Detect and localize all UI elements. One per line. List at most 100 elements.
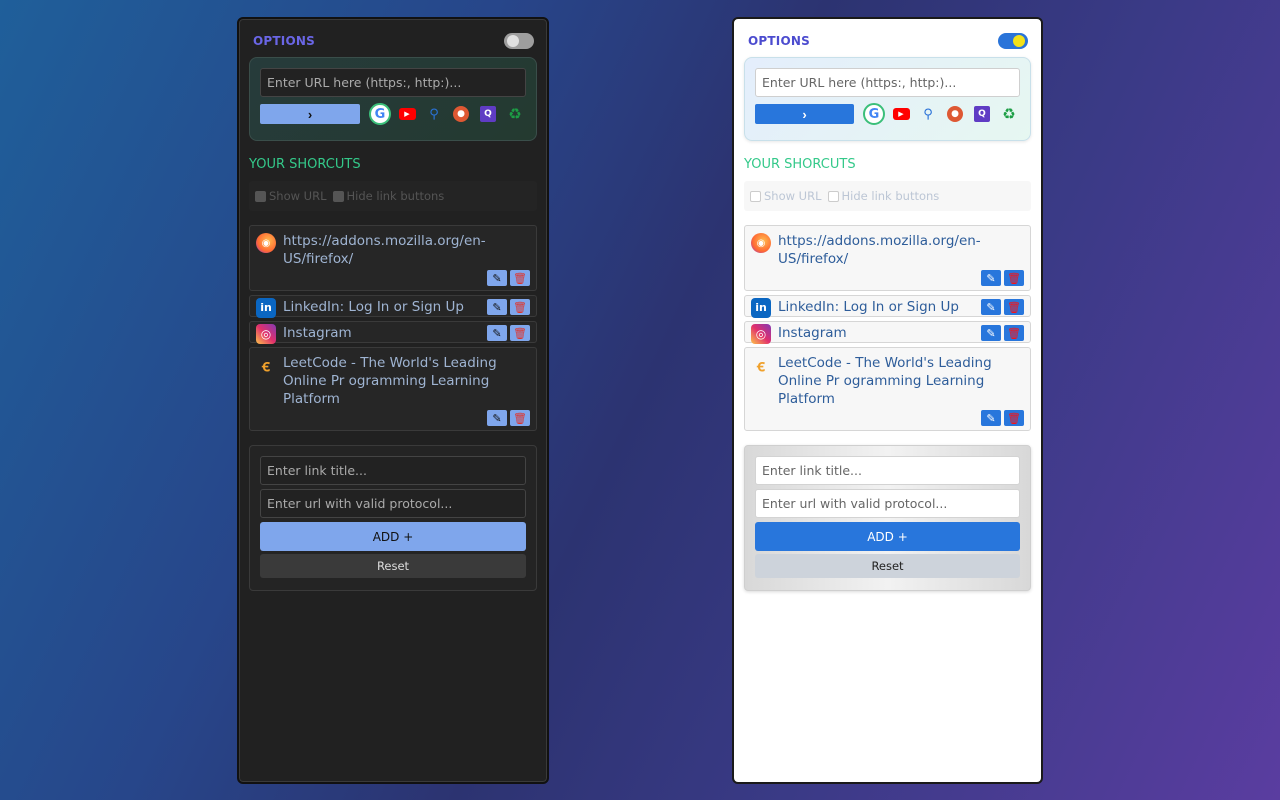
link-actions: ✎ 🗑 (487, 299, 530, 315)
trash-icon[interactable]: 🗑 (1004, 325, 1024, 341)
link-url-input[interactable] (755, 489, 1020, 518)
yahoo-icon[interactable]: Q (971, 103, 993, 125)
go-button[interactable]: › (755, 104, 854, 124)
options-title[interactable]: OPTIONS (748, 34, 810, 48)
trash-icon[interactable]: 🗑 (510, 270, 530, 286)
link-title[interactable]: LeetCode - The World's Leading Online Pr… (283, 354, 530, 408)
link-title[interactable]: Instagram (283, 324, 352, 342)
duckduckgo-icon[interactable]: ● (450, 103, 472, 125)
hide-buttons-checkbox[interactable]: Hide link buttons (827, 189, 939, 203)
google-icon[interactable]: G (369, 103, 391, 125)
list-item[interactable]: ꞓ LeetCode - The World's Leading Online … (249, 347, 537, 431)
link-actions: ✎ 🗑 (981, 325, 1024, 341)
edit-icon[interactable]: ✎ (487, 410, 507, 426)
link-title[interactable]: Instagram (778, 324, 847, 342)
link-title[interactable]: https://addons.mozilla.org/en-US/firefox… (283, 232, 530, 268)
list-item[interactable]: in LinkedIn: Log In or Sign Up ✎ 🗑 (744, 295, 1031, 318)
list-item[interactable]: ◉ https://addons.mozilla.org/en-US/firef… (249, 225, 537, 291)
trash-icon[interactable]: 🗑 (510, 299, 530, 315)
link-title[interactable]: https://addons.mozilla.org/en-US/firefox… (778, 232, 1024, 268)
checkbox-box[interactable] (332, 190, 344, 202)
add-link-form: ADD + Reset (249, 445, 537, 591)
list-item[interactable]: ◉ https://addons.mozilla.org/en-US/firef… (744, 225, 1031, 291)
trash-icon[interactable]: 🗑 (510, 410, 530, 426)
edit-icon[interactable]: ✎ (981, 299, 1001, 315)
google-icon[interactable]: G (863, 103, 885, 125)
edit-icon[interactable]: ✎ (981, 325, 1001, 341)
options-header: OPTIONS (253, 33, 534, 49)
youtube-icon[interactable]: ▶ (396, 103, 418, 125)
search-icon[interactable]: ⚲ (917, 103, 939, 125)
link-row: ꞓ LeetCode - The World's Leading Online … (256, 354, 530, 408)
show-url-checkbox[interactable]: Show URL (750, 189, 822, 203)
link-title[interactable]: LeetCode - The World's Leading Online Pr… (778, 354, 1024, 408)
show-url-checkbox[interactable]: Show URL (255, 189, 327, 203)
link-actions: ✎ 🗑 (751, 410, 1024, 426)
add-link-form: ADD + Reset (744, 445, 1031, 591)
link-actions: ✎ 🗑 (981, 299, 1024, 315)
trash-icon[interactable]: 🗑 (1004, 270, 1024, 286)
url-input[interactable] (755, 68, 1020, 97)
reset-button[interactable]: Reset (260, 554, 526, 578)
go-button[interactable]: › (260, 104, 360, 124)
link-title-input[interactable] (260, 456, 526, 485)
recycle-icon[interactable]: ♻ (504, 103, 526, 125)
url-input[interactable] (260, 68, 526, 97)
hide-buttons-checkbox[interactable]: Hide link buttons (332, 189, 445, 203)
edit-icon[interactable]: ✎ (487, 299, 507, 315)
leetcode-icon: ꞓ (757, 356, 765, 375)
link-row: ◉ https://addons.mozilla.org/en-US/firef… (256, 232, 530, 268)
youtube-icon[interactable]: ▶ (890, 103, 912, 125)
shortcuts-title: YOUR SHORCUTS (249, 157, 361, 172)
search-icon[interactable]: ⚲ (423, 103, 445, 125)
link-row: in LinkedIn: Log In or Sign Up (751, 297, 959, 318)
edit-icon[interactable]: ✎ (487, 325, 507, 341)
add-button[interactable]: ADD + (260, 522, 526, 551)
list-item[interactable]: ◎ Instagram ✎ 🗑 (249, 321, 537, 344)
trash-icon[interactable]: 🗑 (1004, 299, 1024, 315)
edit-icon[interactable]: ✎ (981, 270, 1001, 286)
instagram-icon: ◎ (751, 323, 771, 344)
link-title[interactable]: LinkedIn: Log In or Sign Up (283, 298, 464, 316)
add-button[interactable]: ADD + (755, 522, 1020, 551)
trash-icon[interactable]: 🗑 (1004, 410, 1024, 426)
list-item[interactable]: in LinkedIn: Log In or Sign Up ✎ 🗑 (249, 295, 537, 318)
shortcut-list: ◉ https://addons.mozilla.org/en-US/firef… (249, 225, 537, 431)
link-title[interactable]: LinkedIn: Log In or Sign Up (778, 298, 959, 316)
engine-row: › G ▶ ⚲ ● Q ♻ (260, 103, 526, 125)
shortcut-list: ◉ https://addons.mozilla.org/en-US/firef… (744, 225, 1031, 431)
checkbox-box[interactable] (750, 190, 761, 202)
edit-icon[interactable]: ✎ (981, 410, 1001, 426)
yahoo-icon[interactable]: Q (477, 103, 499, 125)
toggle-knob (507, 35, 519, 47)
duckduckgo-icon[interactable]: ● (944, 103, 966, 125)
hide-buttons-label: Hide link buttons (346, 189, 445, 203)
linkedin-icon: in (751, 297, 771, 318)
search-box: › G ▶ ⚲ ● Q ♻ (744, 57, 1031, 141)
recycle-icon[interactable]: ♻ (998, 103, 1020, 125)
popup-light-theme: OPTIONS › G ▶ ⚲ ● Q ♻ YOUR SHORCUTS Show… (732, 17, 1043, 784)
list-item[interactable]: ꞓ LeetCode - The World's Leading Online … (744, 347, 1031, 431)
edit-icon[interactable]: ✎ (487, 270, 507, 286)
engine-row: › G ▶ ⚲ ● Q ♻ (755, 103, 1020, 125)
link-row: in LinkedIn: Log In or Sign Up (256, 297, 464, 318)
toggle-knob (1013, 35, 1025, 47)
engine-list: G ▶ ⚲ ● Q ♻ (863, 103, 1020, 125)
checkbox-box[interactable] (827, 190, 839, 202)
show-url-label: Show URL (269, 189, 327, 203)
link-row: ◎ Instagram (751, 323, 847, 344)
trash-icon[interactable]: 🗑 (510, 325, 530, 341)
link-url-input[interactable] (260, 489, 526, 518)
list-item[interactable]: ◎ Instagram ✎ 🗑 (744, 321, 1031, 344)
options-title[interactable]: OPTIONS (253, 34, 315, 48)
link-actions: ✎ 🗑 (751, 270, 1024, 286)
engine-list: G ▶ ⚲ ● Q ♻ (369, 103, 526, 125)
leetcode-icon: ꞓ (262, 356, 270, 375)
shortcut-options: Show URL Hide link buttons (744, 181, 1031, 211)
reset-button[interactable]: Reset (755, 554, 1020, 578)
theme-toggle[interactable] (998, 33, 1028, 49)
theme-toggle[interactable] (504, 33, 534, 49)
checkbox-box[interactable] (255, 190, 266, 202)
link-title-input[interactable] (755, 456, 1020, 485)
link-actions: ✎ 🗑 (256, 270, 530, 286)
